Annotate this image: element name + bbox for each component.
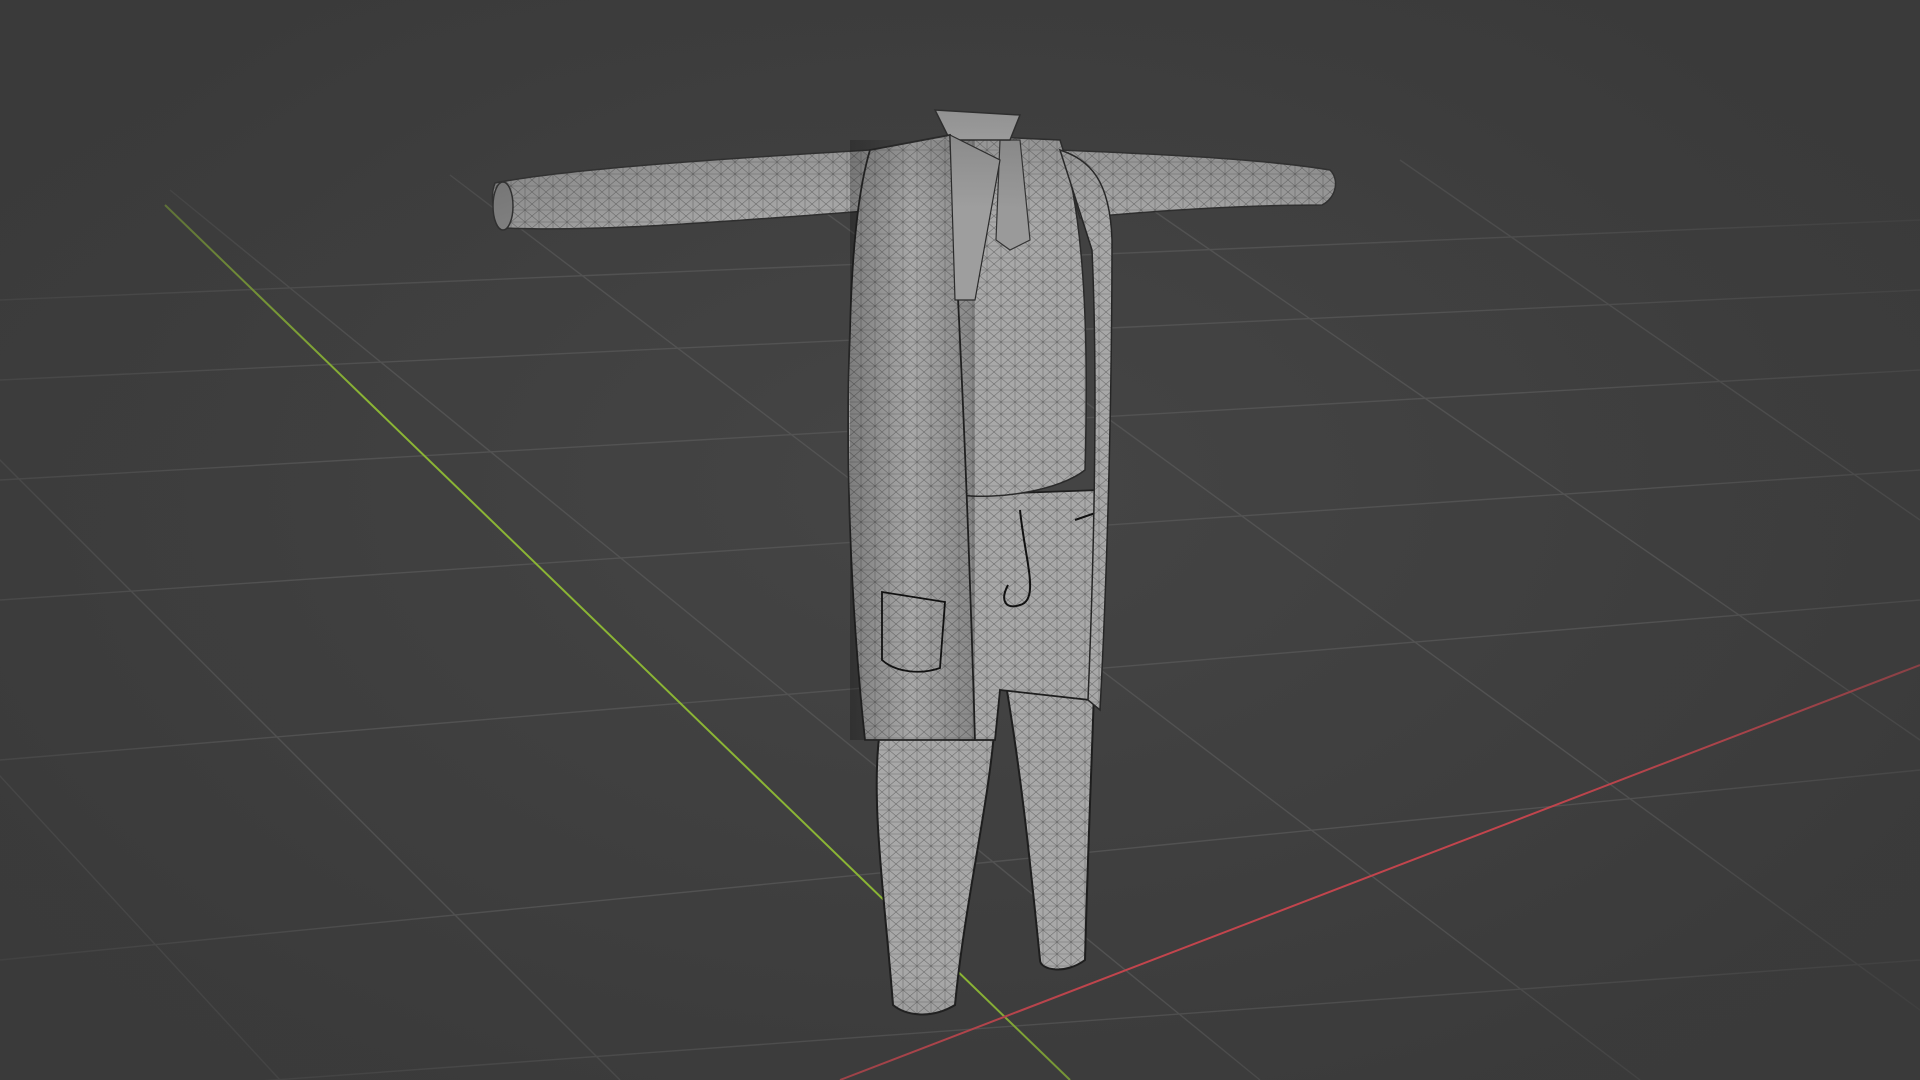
- 3d-viewport[interactable]: [0, 0, 1920, 1080]
- viewport-vignette: [0, 0, 1920, 1080]
- viewport-scene: [0, 0, 1920, 1080]
